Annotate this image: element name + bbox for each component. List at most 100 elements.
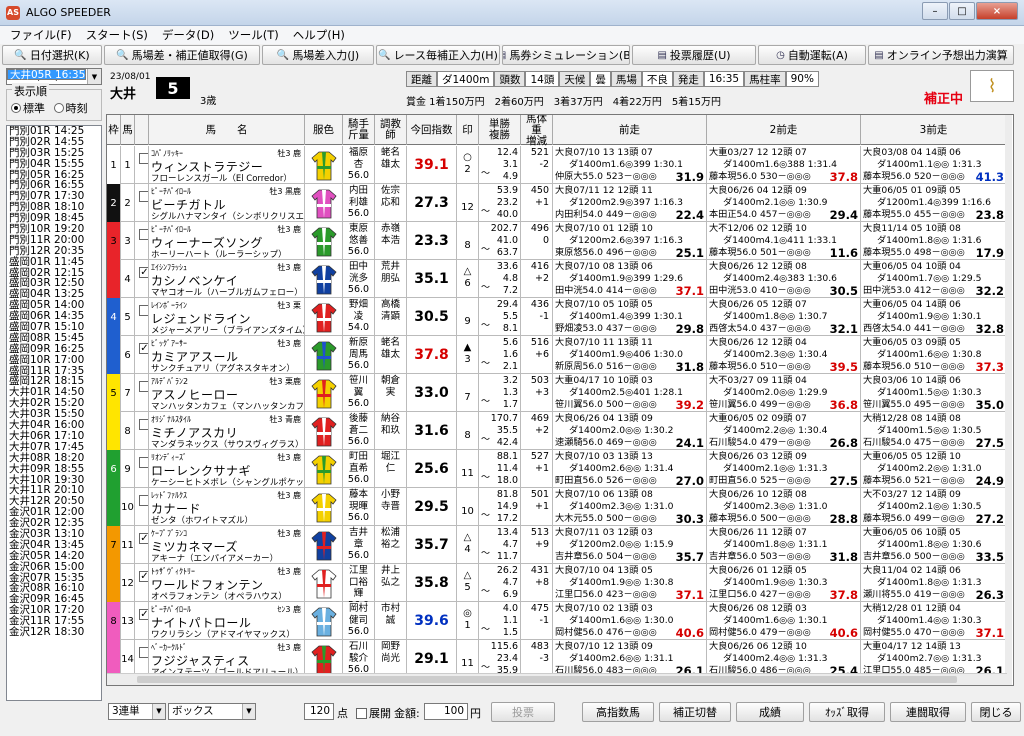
expand-checkbox[interactable]: 展開	[356, 705, 391, 721]
past-race-2-cell[interactable]: 大良06/26 12 12頭 04 ダ1400m2.3◎◎ 1:30.4 藤本現56…	[707, 336, 861, 374]
horse-row[interactable]: 8 13 ✓ ﾋﾟｰﾁﾊﾟｲﾛｰﾙ ｾﾝ3 鹿ナイトパトロール ワクリラシン（アドマイヤマ…	[107, 602, 1007, 640]
horse-select-checkbox[interactable]: ✓	[139, 609, 148, 620]
past-race-1-cell[interactable]: 大良07/10 05 10頭 05 ダ1400m1.4◎399 1:30.1 野畑凌…	[553, 298, 707, 336]
close-button[interactable]: 閉じる	[971, 702, 1021, 722]
horse-name-cell[interactable]: ﾋﾟｰﾁﾊﾟｲﾛｰﾙ 牡3 鹿ウィーナーズソング ホーリーハート（ルーラーシップ）	[149, 222, 305, 260]
race-list-item[interactable]: 金沢12R 18:30	[7, 627, 101, 638]
chevron-down-icon[interactable]: ▼	[242, 704, 255, 719]
horse-name-cell[interactable]: ｴｲｼﾝﾌﾗｯｼｭ 牡3 鹿カシノベンケイ マヤコオール（ハーブルガムフェロー）	[149, 260, 305, 298]
horse-name-cell[interactable]: ｵﾘｼﾞﾅﾙｽﾀｲﾙ 牡3 青鹿 ミチノアスカリ マンダラネックス（サウスヴィグラス）	[149, 412, 305, 450]
past-race-3-cell[interactable]: 大稍12/28 01 12頭 04 ダ1400m1.4◎◎ 1:30.3 岡村健55…	[861, 602, 1007, 640]
horse-select-checkbox[interactable]	[139, 419, 148, 430]
past-race-2-cell[interactable]: 大不12/06 02 12頭 10 ダ1400m4.1◎411 1:33.1 藤本現…	[707, 222, 861, 260]
past-race-1-cell[interactable]: 大良07/10 03 13頭 13 ダ1400m2.6◎◎ 1:31.4 町田直56…	[553, 450, 707, 488]
vertical-scrollbar[interactable]	[1005, 115, 1012, 685]
past-race-3-cell[interactable]: 大重06/05 01 09頭 05 ダ1200m1.4◎399 1:16.6 藤本現…	[861, 184, 1007, 222]
high-index-button[interactable]: 高指数馬	[582, 702, 654, 722]
close-window-button[interactable]: ×	[976, 2, 1018, 20]
horse-name-cell[interactable]: ﾚｲﾝﾎﾞｰﾗｲﾝ 牡3 栗レジェンドライン メジャーメアリー（ブライアンズタイム）	[149, 298, 305, 336]
past-race-3-cell[interactable]: 大良11/04 02 14頭 06 ダ1400m1.8◎◎ 1:31.3 瀬川将55…	[861, 564, 1007, 602]
past-race-3-cell[interactable]: 大良03/06 10 14頭 06 ダ1400m1.5◎◎ 1:30.3 笹川翼55…	[861, 374, 1007, 412]
get-consecutive-button[interactable]: 連闘取得	[890, 702, 966, 722]
past-race-1-cell[interactable]: 大良07/10 06 13頭 08 ダ1400m2.3◎◎ 1:31.0 大木元55…	[553, 488, 707, 526]
past-race-1-cell[interactable]: 大良07/10 13 13頭 07 ダ1400m1.6◎399 1:30.1 仲原大…	[553, 146, 707, 184]
horse-select-checkbox[interactable]	[139, 191, 148, 202]
past-race-2-cell[interactable]: 大良06/26 11 12頭 07 ダ1400m1.8◎◎ 1:31.1 吉井章56…	[707, 526, 861, 564]
past-race-2-cell[interactable]: 大良06/26 03 12頭 09 ダ1400m2.1◎◎ 1:31.3 町田直56…	[707, 450, 861, 488]
menu-item-0[interactable]: ファイル(F)	[10, 27, 72, 43]
chevron-down-icon[interactable]: ▼	[87, 69, 101, 84]
toolbar-button-5[interactable]: ▤ 投票履歴(U)	[632, 45, 756, 65]
horse-name-cell[interactable]: ﾋﾟｰﾁﾊﾟｲﾛｰﾙ 牡3 黒鹿 ビーチガトル シグルハナマンタイ（シンボリクリスエス…	[149, 184, 305, 222]
menu-item-4[interactable]: ヘルプ(H)	[293, 27, 345, 43]
horse-select-checkbox[interactable]	[139, 457, 148, 468]
horse-name-cell[interactable]: ﾘｵﾝﾃﾞｨｰｽﾞ 牡3 鹿ローレンクサナギ ケーシーヒトメボレ（シャングルポケット…	[149, 450, 305, 488]
horse-row[interactable]: 2 2 ﾋﾟｰﾁﾊﾟｲﾛｰﾙ 牡3 黒鹿 ビーチガトル シグルハナマンタイ（シンボリクリス…	[107, 184, 1007, 222]
past-race-1-cell[interactable]: 大良07/10 01 12頭 10 ダ1200m2.6◎397 1:16.3 東原悠…	[553, 222, 707, 260]
past-race-3-cell[interactable]: 大重06/05 05 12頭 10 ダ1400m2.2◎◎ 1:31.0 藤本現56…	[861, 450, 1007, 488]
horse-select-checkbox[interactable]	[139, 495, 148, 506]
past-race-3-cell[interactable]: 大不03/27 12 14頭 09 ダ1400m2.1◎◎ 1:30.5 藤本現56…	[861, 488, 1007, 526]
race-list-item[interactable]: 門別04R 15:55	[7, 158, 101, 170]
race-list-item[interactable]: 盛岡10R 17:00	[7, 354, 101, 366]
horse-select-checkbox[interactable]	[139, 647, 148, 658]
past-race-1-cell[interactable]: 大良07/10 02 13頭 03 ダ1400m1.6◎◎ 1:30.0 岡村健56…	[553, 602, 707, 640]
past-race-3-cell[interactable]: 大良11/14 05 10頭 08 ダ1400m1.8◎◎ 1:31.6 藤本現55…	[861, 222, 1007, 260]
horse-select-checkbox[interactable]	[139, 305, 148, 316]
horse-select-checkbox[interactable]	[139, 229, 148, 240]
past-race-3-cell[interactable]: 大重06/05 04 14頭 06 ダ1400m1.9◎◎ 1:30.1 西啓太54…	[861, 298, 1007, 336]
toolbar-button-6[interactable]: ◷ 自動運転(A)	[758, 45, 866, 65]
get-odds-button[interactable]: ｵｯｽﾞ取得	[809, 702, 885, 722]
order-standard-radio[interactable]: 標準	[11, 100, 45, 116]
menu-item-2[interactable]: データ(D)	[162, 27, 214, 43]
horse-name-cell[interactable]: ﾋﾞｯｸﾞｱｰｻｰ 牡3 鹿カミアアスール サンクチュアリ（アグネスタキオン）	[149, 336, 305, 374]
horse-row[interactable]: 6 ✓ ﾋﾞｯｸﾞｱｰｻｰ 牡3 鹿カミアアスール サンクチュアリ（アグネスタキオン） 新…	[107, 336, 1007, 374]
horse-select-checkbox[interactable]: ✓	[139, 533, 148, 544]
chevron-down-icon[interactable]: ▼	[152, 704, 165, 719]
checkbox-icon[interactable]	[356, 707, 367, 719]
horse-name-cell[interactable]: ﾚｯﾄﾞﾌｧﾙｸｽ 牡3 鹿カナード ゼンタ（ホワイトマズル）	[149, 488, 305, 526]
minimize-button[interactable]: –	[922, 2, 948, 20]
horse-row[interactable]: 4 5 ﾚｲﾝﾎﾞｰﾗｲﾝ 牡3 栗レジェンドライン メジャーメアリー（ブライアンズタイ…	[107, 298, 1007, 336]
past-race-1-cell[interactable]: 大良07/10 08 13頭 06 ダ1400m1.9◎399 1:29.6 田中洸…	[553, 260, 707, 298]
toolbar-button-3[interactable]: 🔍 レース毎補正入力(H)	[376, 45, 500, 65]
maximize-button[interactable]: □	[949, 2, 975, 20]
past-race-2-cell[interactable]: 大不03/27 09 11頭 04 ダ1400m2.0◎◎ 1:29.9 笹川翼56…	[707, 374, 861, 412]
race-list-item[interactable]: 金沢05R 14:20	[7, 550, 101, 562]
toolbar-button-0[interactable]: 🔍 日付選択(K)	[2, 45, 102, 65]
horizontal-scrollbar[interactable]	[107, 673, 1007, 685]
past-race-1-cell[interactable]: 大良07/11 03 12頭 03 ダ1200m2.0◎◎ 1:15.9 吉井章56…	[553, 526, 707, 564]
vote-button[interactable]: 投票	[491, 702, 555, 722]
horse-row[interactable]: 8 ｵﾘｼﾞﾅﾙｽﾀｲﾙ 牡3 青鹿 ミチノアスカリ マンダラネックス（サウスヴィグラス…	[107, 412, 1007, 450]
radio-icon[interactable]	[11, 103, 21, 113]
past-race-3-cell[interactable]: 大稍12/28 08 14頭 08 ダ1400m1.5◎◎ 1:30.5 石川駿54…	[861, 412, 1007, 450]
horse-row[interactable]: 7 11 ✓ ｹｰﾌﾟﾌﾞﾗﾝｺ 牡3 鹿ミツカネマーズ アキーナ（エンパイアメーカー） 吉…	[107, 526, 1007, 564]
horse-row[interactable]: 10 ﾚｯﾄﾞﾌｧﾙｸｽ 牡3 鹿カナード ゼンタ（ホワイトマズル） 藤本 現暉 56.…	[107, 488, 1007, 526]
past-race-2-cell[interactable]: 大重06/05 02 09頭 07 ダ1400m2.2◎◎ 1:30.4 石川駿54…	[707, 412, 861, 450]
past-race-2-cell[interactable]: 大良06/26 04 12頭 09 ダ1400m2.1◎◎ 1:30.9 本田正54…	[707, 184, 861, 222]
past-race-2-cell[interactable]: 大良06/26 01 12頭 05 ダ1400m1.9◎◎ 1:30.3 江里口56…	[707, 564, 861, 602]
bet-type-select[interactable]: 3連単 ▼	[108, 703, 166, 720]
past-race-3-cell[interactable]: 大重06/05 06 10頭 05 ダ1400m1.8◎◎ 1:30.6 吉井章56…	[861, 526, 1007, 564]
past-race-1-cell[interactable]: 大良07/11 12 12頭 11 ダ1200m2.9◎397 1:16.3 内田利…	[553, 184, 707, 222]
past-race-3-cell[interactable]: 大重06/05 03 09頭 05 ダ1400m1.6◎◎ 1:30.8 藤本現56…	[861, 336, 1007, 374]
horse-row[interactable]: 12 ✓ ﾄｩｻﾞｳﾞｨｸﾄﾘｰ 牡3 鹿ワールドフォンテン オペラフォンテン（オペラハ…	[107, 564, 1007, 602]
horse-name-cell[interactable]: ﾄｩｻﾞｳﾞｨｸﾄﾘｰ 牡3 鹿ワールドフォンテン オペラフォンテン（オペラハウス）	[149, 564, 305, 602]
past-race-2-cell[interactable]: 大良06/26 08 12頭 03 ダ1400m1.6◎◎ 1:30.1 岡村健56…	[707, 602, 861, 640]
past-race-1-cell[interactable]: 大重04/17 10 10頭 03 ダ1400m2.5◎401 1:28.1 笹川翼…	[553, 374, 707, 412]
past-race-3-cell[interactable]: 大良03/08 04 14頭 06 ダ1400m1.1◎◎ 1:31.3 藤本現56…	[861, 146, 1007, 184]
amount-input[interactable]: 100	[424, 703, 468, 720]
past-race-1-cell[interactable]: 大良07/10 04 13頭 05 ダ1400m1.9◎◎ 1:30.8 江里口56…	[553, 564, 707, 602]
past-race-2-cell[interactable]: 大重03/27 12 12頭 07 ダ1400m1.6◎388 1:31.4 藤本現…	[707, 146, 861, 184]
scroll-thumb[interactable]	[137, 676, 957, 683]
race-list-item[interactable]: 金沢06R 15:00	[7, 561, 101, 573]
toolbar-button-7[interactable]: ▤ オンライン予想出力演算	[868, 45, 1014, 65]
past-race-1-cell[interactable]: 大良06/26 04 13頭 09 ダ1400m2.0◎◎ 1:30.2 速瀬騎56…	[553, 412, 707, 450]
past-race-2-cell[interactable]: 大良06/26 05 12頭 07 ダ1400m1.8◎◎ 1:30.7 西啓太54…	[707, 298, 861, 336]
horse-select-checkbox[interactable]	[139, 153, 148, 164]
horse-select-checkbox[interactable]: ✓	[139, 571, 148, 582]
bet-mode-select[interactable]: ボックス ▼	[168, 703, 256, 720]
order-time-radio[interactable]: 時刻	[53, 100, 88, 116]
horse-name-cell[interactable]: ﾋﾟｰﾁﾊﾟｲﾛｰﾙ ｾﾝ3 鹿ナイトパトロール ワクリラシン（アドマイヤマックス）	[149, 602, 305, 640]
menu-item-3[interactable]: ツール(T)	[228, 27, 279, 43]
